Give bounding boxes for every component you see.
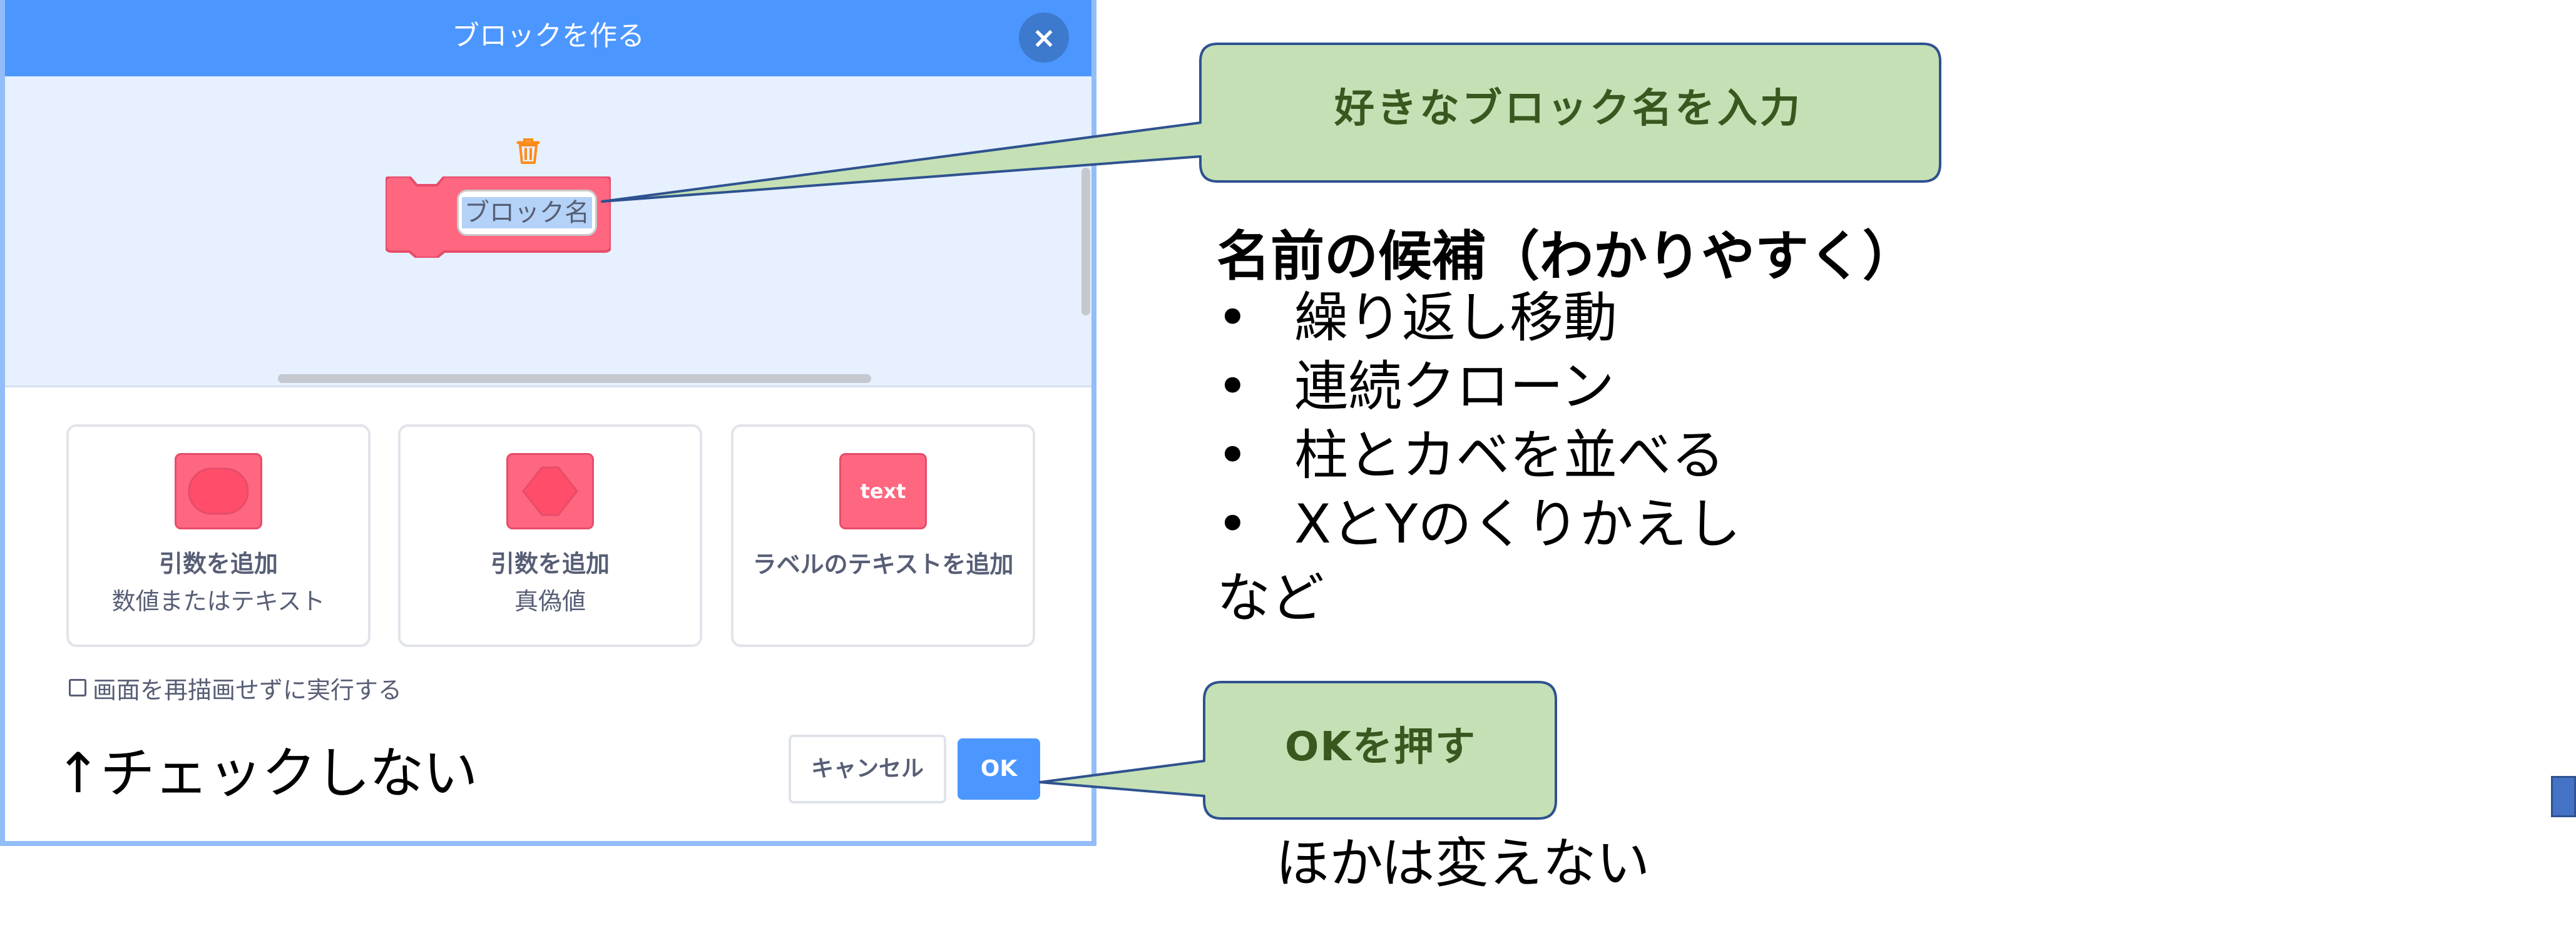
block-name-text: ブロック名 [462,197,592,228]
etc-text: など [1217,567,1324,630]
round-reporter-icon [175,453,262,529]
add-label-text-button[interactable]: text ラベルのテキストを追加 [731,424,1035,647]
horizontal-scrollbar[interactable] [278,374,871,383]
run-without-refresh-row[interactable]: 画面を再描画せずに実行する [69,672,402,704]
callout-ok-text: OKを押す [1285,724,1476,770]
edge-shape [2551,776,2576,817]
cancel-button[interactable]: キャンセル [789,735,946,803]
add-input-boolean-button[interactable]: 引数を追加 真偽値 [398,424,702,647]
option-title: 引数を追加 [490,550,610,578]
candidates-heading: 名前の候補（わかりやすく） [1217,225,1916,288]
run-without-refresh-checkbox[interactable] [69,679,86,696]
dialog-title: ブロックを作る [452,20,645,52]
others-unchanged-note: ほかは変えない [1275,832,1650,895]
text-label-icon: text [839,453,927,529]
text-label-icon-text: text [860,479,906,503]
run-without-refresh-label: 画面を再描画せずに実行する [93,676,402,704]
option-title: 引数を追加 [158,550,278,578]
bullet-icon: • [1217,493,1249,556]
vertical-scrollbar[interactable] [1081,168,1090,315]
make-a-block-dialog: ブロックを作る × ブロック名 引数を追加 数値またはテキスト 引数を追加 真偽… [0,0,1096,846]
add-input-number-text-button[interactable]: 引数を追加 数値またはテキスト [66,424,371,647]
hexagon-boolean-icon [506,453,594,529]
ok-button[interactable]: OK [958,738,1040,800]
trash-icon[interactable] [514,136,542,165]
bullet-icon: • [1217,424,1249,487]
bullet-icon: • [1217,355,1249,418]
close-button[interactable]: × [1019,13,1069,63]
callout-block-name-text: 好きなブロック名を入力 [1334,86,1802,132]
block-name-input[interactable]: ブロック名 [457,190,597,236]
close-icon: × [1031,21,1056,54]
option-subtitle: 数値またはテキスト [111,588,325,615]
dont-check-note: ↑チェックしない [55,741,478,805]
option-title: ラベルのテキストを追加 [752,551,1014,578]
option-subtitle: 真偽値 [514,588,586,615]
bullet-icon: • [1217,287,1249,349]
